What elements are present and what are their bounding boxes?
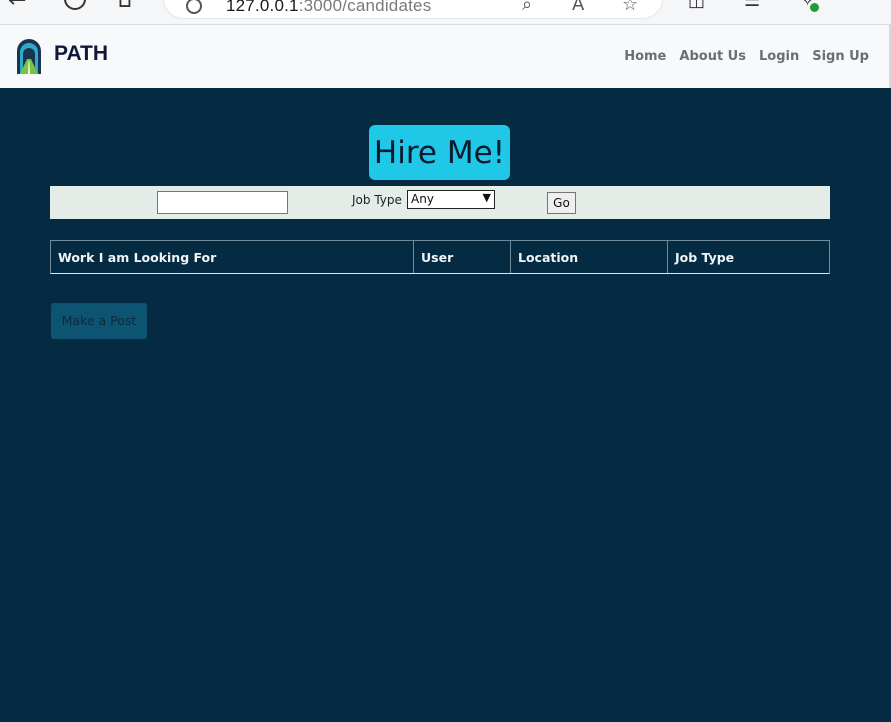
job-type-select[interactable]: Any ▼ xyxy=(407,190,495,209)
column-header-user: User xyxy=(414,241,511,273)
read-aloud-icon[interactable]: A xyxy=(572,0,584,15)
home-icon[interactable]: ⌂ xyxy=(118,0,132,12)
go-button[interactable]: Go xyxy=(547,192,576,214)
nav-home-link[interactable]: Home xyxy=(624,49,666,64)
address-url: 127.0.0.1:3000/candidates xyxy=(226,0,431,16)
favorite-star-icon[interactable]: ☆ xyxy=(622,0,638,15)
column-header-location: Location xyxy=(511,241,668,273)
search-icon[interactable]: ⌕ xyxy=(522,0,532,15)
page-title: Hire Me! xyxy=(369,125,510,180)
search-input[interactable] xyxy=(157,191,288,214)
site-navbar: PATH Home About Us Login Sign Up xyxy=(0,25,891,88)
column-header-job-type: Job Type xyxy=(675,250,735,265)
back-arrow-icon[interactable]: ← xyxy=(8,0,26,12)
split-screen-icon[interactable]: ◫ xyxy=(688,0,705,12)
more-menu-icon[interactable]: ··· xyxy=(852,0,869,8)
site-info-icon[interactable] xyxy=(186,0,202,14)
column-header-work: Work I am Looking For xyxy=(51,241,414,273)
nav-about-link[interactable]: About Us xyxy=(679,49,746,64)
search-bar: Job Type Any ▼ Go xyxy=(50,186,830,219)
refresh-icon[interactable] xyxy=(64,0,86,10)
candidates-table: Work I am Looking For User Location Job … xyxy=(50,240,830,274)
address-bar[interactable]: 127.0.0.1:3000/candidates ⌕ A ☆ xyxy=(164,0,662,18)
browser-toolbar: ← ⌂ 127.0.0.1:3000/candidates ⌕ A ☆ ◫ ☰ … xyxy=(0,0,891,25)
url-path: :3000/candidates xyxy=(298,0,432,15)
nav-signup-link[interactable]: Sign Up xyxy=(812,49,869,64)
url-host: 127.0.0.1 xyxy=(226,0,299,15)
nav-links: Home About Us Login Sign Up xyxy=(624,49,869,64)
nav-login-link[interactable]: Login xyxy=(759,49,799,64)
brand-name[interactable]: PATH xyxy=(54,42,108,66)
job-type-selected-value: Any xyxy=(411,192,434,206)
chevron-down-icon: ▼ xyxy=(482,191,491,204)
path-logo-icon[interactable] xyxy=(16,37,42,75)
favorites-list-icon[interactable]: ☰ xyxy=(744,0,760,12)
extension-status-dot xyxy=(810,3,819,12)
make-a-post-button[interactable]: Make a Post xyxy=(51,303,147,339)
job-type-label: Job Type xyxy=(352,193,402,207)
